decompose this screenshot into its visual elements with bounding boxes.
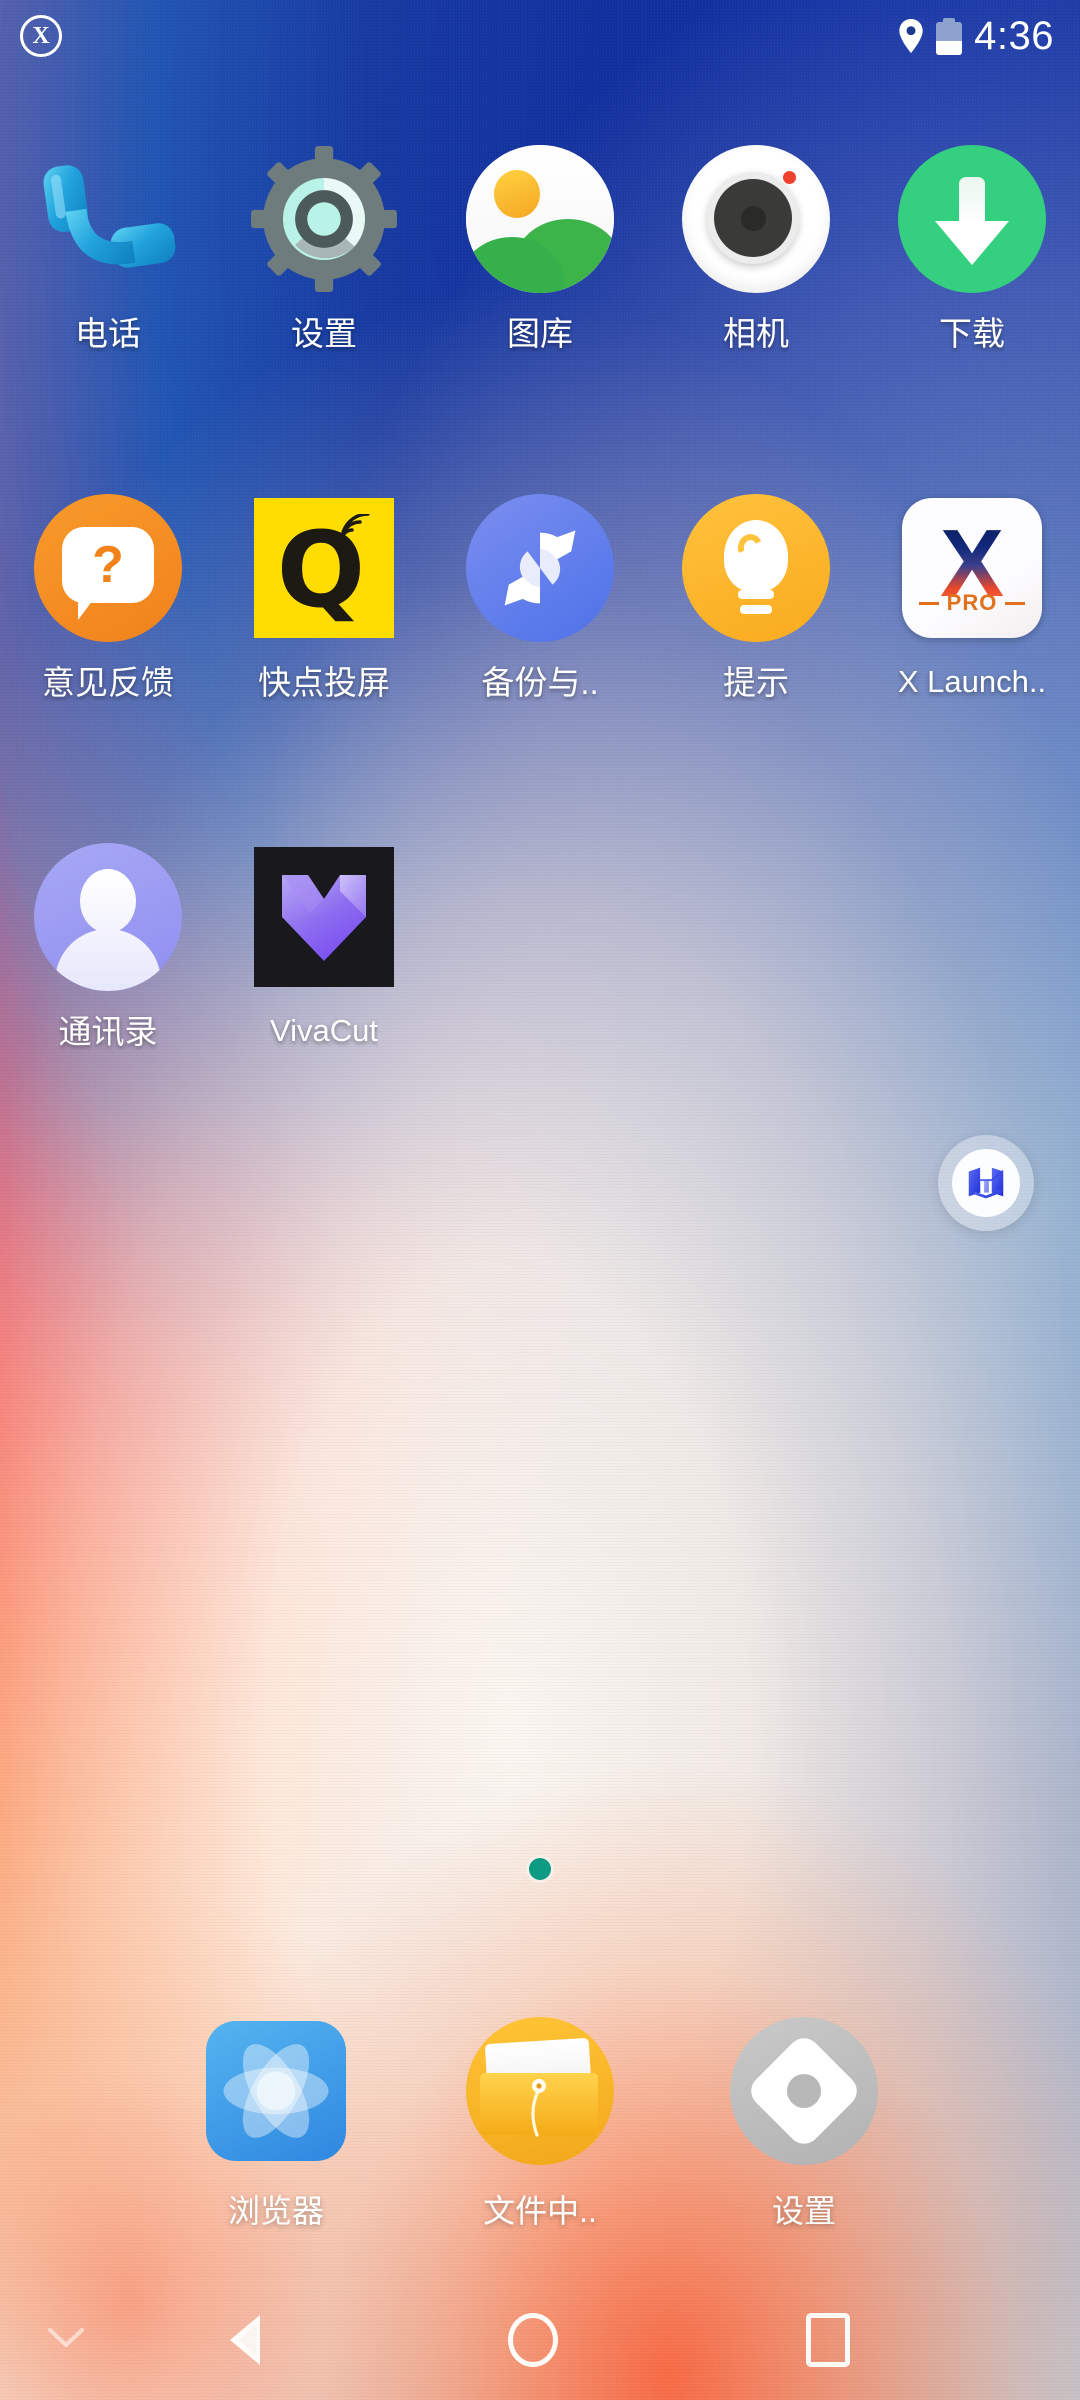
cube-box-icon (952, 1149, 1020, 1217)
app-icon-gallery[interactable]: 图库 (432, 140, 648, 445)
wifi-waves-icon (339, 514, 370, 543)
app-label: 意见反馈 (42, 665, 174, 701)
feedback-icon: ? (29, 489, 187, 647)
pro-label: PRO (946, 590, 998, 615)
app-icon-x-launcher[interactable]: X PRO X Launch.. (864, 489, 1080, 794)
app-label: 备份与.. (481, 665, 599, 701)
home-circle-icon[interactable] (508, 2313, 558, 2367)
app-icon-feedback[interactable]: ? 意见反馈 (0, 489, 216, 794)
page-indicator (0, 1858, 1080, 1880)
app-icon-download[interactable]: 下载 (864, 140, 1080, 445)
x-launcher-status-icon[interactable]: X (20, 15, 62, 57)
vivacut-icon (245, 838, 403, 996)
browser-icon (197, 2012, 355, 2170)
status-bar[interactable]: X 4:36 (0, 0, 1080, 72)
dock-label: 文件中.. (483, 2193, 597, 2229)
app-icon-backup[interactable]: 备份与.. (432, 489, 648, 794)
app-icon-tips[interactable]: 提示 (648, 489, 864, 794)
download-icon (893, 140, 1051, 298)
app-label: 快点投屏 (258, 665, 390, 701)
status-bar-left: X (20, 15, 62, 57)
app-icon-contacts[interactable]: 通讯录 (0, 838, 216, 1143)
contacts-icon (29, 838, 187, 996)
app-label: 通讯录 (58, 1014, 158, 1050)
phone-icon (29, 140, 187, 298)
nav-button-group (0, 2313, 1080, 2367)
back-triangle-icon[interactable] (230, 2315, 260, 2365)
status-bar-right: 4:36 (898, 16, 1054, 56)
app-icon-screencast[interactable]: Q 快点投屏 (216, 489, 432, 794)
app-label: X Launch.. (897, 665, 1047, 699)
battery-icon (936, 17, 963, 55)
tips-bulb-icon (677, 489, 835, 647)
dock-item-file-manager[interactable]: 文件中.. (445, 2012, 635, 2232)
status-bar-clock: 4:36 (974, 14, 1054, 58)
dock: 浏览器 文件中.. 设置 (0, 2012, 1080, 2232)
app-icon-camera[interactable]: 相机 (648, 140, 864, 445)
backup-sync-icon (461, 489, 619, 647)
screencast-q-icon: Q (245, 489, 403, 647)
dock-item-browser[interactable]: 浏览器 (181, 2012, 371, 2232)
app-icon-vivacut[interactable]: VivaCut (216, 838, 432, 1143)
app-icon-phone[interactable]: 电话 (0, 140, 216, 445)
chevron-down-icon[interactable] (46, 2326, 86, 2355)
recents-square-icon[interactable] (806, 2313, 850, 2367)
x-launcher-icon: X PRO (893, 489, 1051, 647)
settings-icon (725, 2012, 883, 2170)
app-icon-settings[interactable]: 设置 (216, 140, 432, 445)
settings-gear-icon (245, 140, 403, 298)
app-label: VivaCut (270, 1014, 378, 1048)
file-manager-icon (461, 2012, 619, 2170)
floating-assist-ball[interactable] (938, 1135, 1034, 1231)
navigation-bar (0, 2280, 1080, 2400)
app-label: 相机 (723, 316, 789, 352)
dock-item-settings[interactable]: 设置 (709, 2012, 899, 2232)
app-label: 提示 (723, 665, 789, 701)
location-pin-icon (898, 19, 924, 53)
dock-label: 浏览器 (227, 2193, 324, 2229)
camera-icon (677, 140, 835, 298)
app-label: 电话 (75, 316, 141, 352)
app-label: 下载 (939, 316, 1005, 352)
app-label: 图库 (507, 316, 573, 352)
x-launcher-pro-badge: PRO (902, 590, 1042, 616)
dock-label: 设置 (771, 2193, 836, 2229)
app-grid: 电话 设置 图库 相机 下载 ? 意见反馈 Q 快点投屏 备份与.. 提示 X … (0, 140, 1080, 1143)
feedback-question-glyph: ? (92, 536, 124, 594)
gallery-icon (461, 140, 619, 298)
app-label: 设置 (291, 316, 357, 352)
page-dot-active[interactable] (529, 1858, 551, 1880)
